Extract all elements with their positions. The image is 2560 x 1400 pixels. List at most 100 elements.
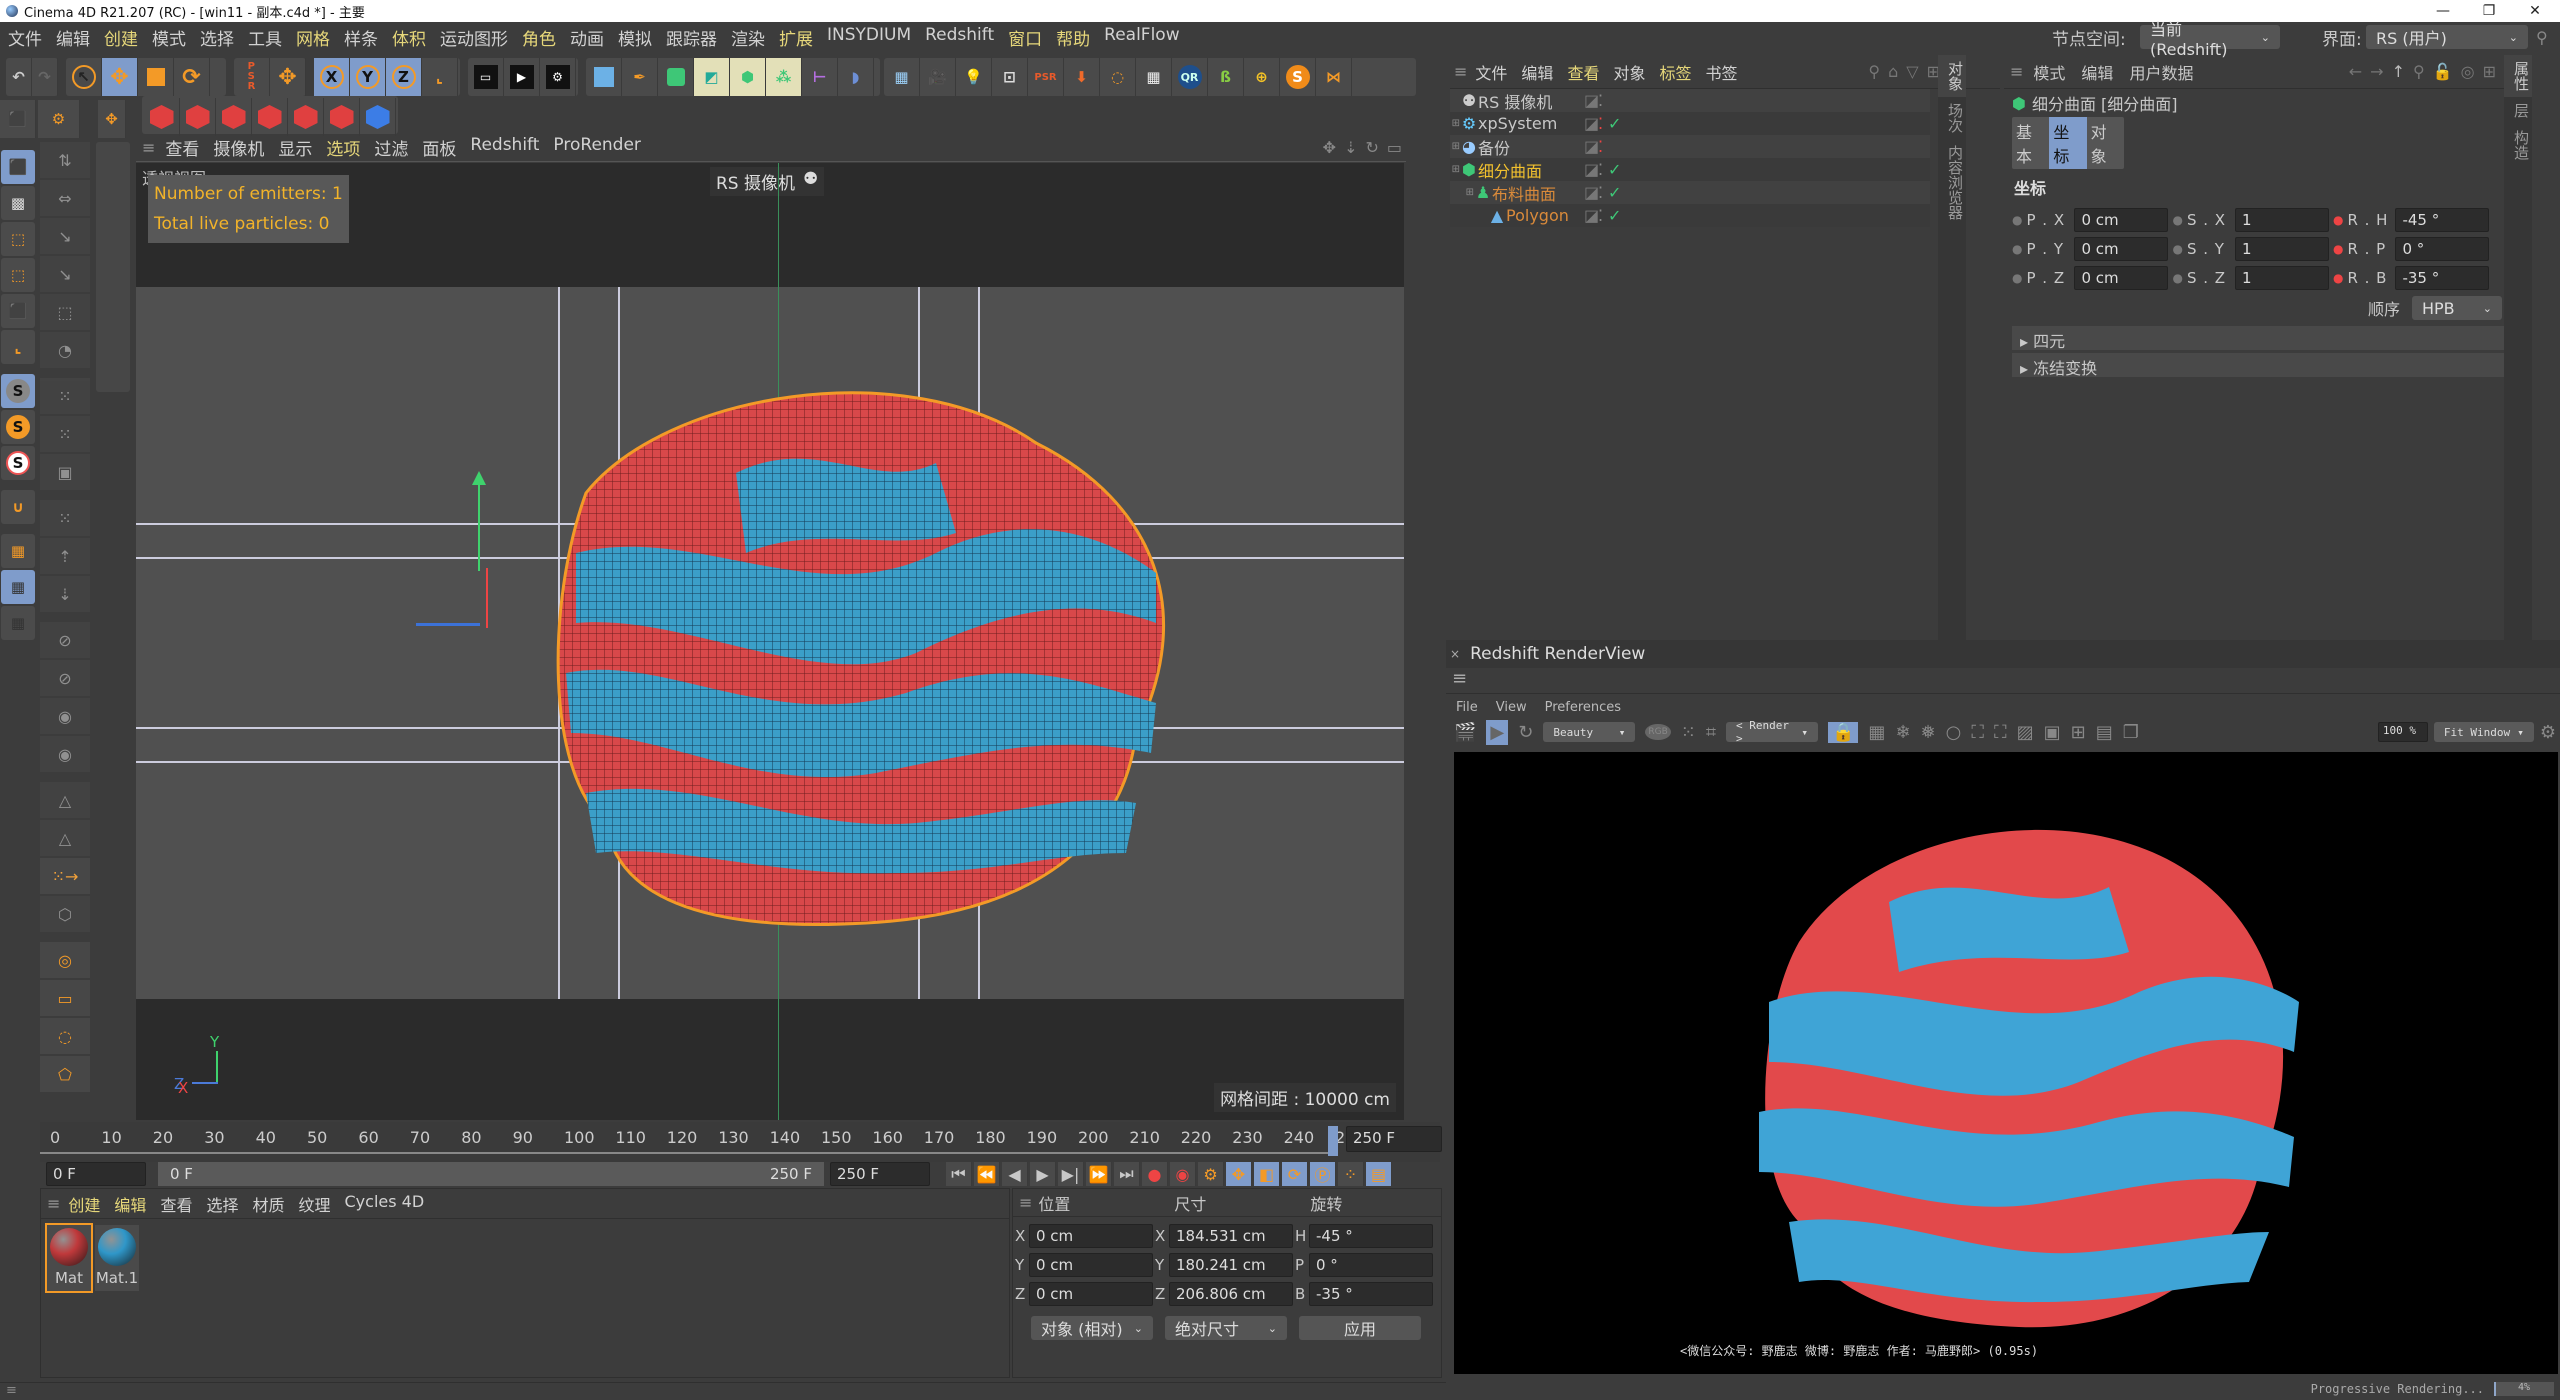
keyframe-dot-icon[interactable]: ● bbox=[2012, 271, 2022, 285]
expand-toggle[interactable]: ⊞ bbox=[1450, 141, 1460, 152]
menu-item-4[interactable]: 选择 bbox=[200, 25, 234, 50]
close-button[interactable]: ✕ bbox=[2512, 0, 2558, 22]
node-space-dropdown[interactable]: 当前 (Redshift) ⌄ bbox=[2140, 20, 2280, 59]
menu-item-16[interactable]: INSYDIUM bbox=[827, 25, 911, 50]
tab-takes[interactable]: 场次 bbox=[1938, 97, 1966, 139]
keyframe-dot-icon[interactable]: ● bbox=[2172, 271, 2182, 285]
image-icon[interactable]: ▣ bbox=[2044, 722, 2061, 743]
show-points-button[interactable]: ◉ bbox=[40, 698, 90, 734]
point-mode-button[interactable]: ⬚ bbox=[1, 222, 35, 256]
filter-icon[interactable]: ▽ bbox=[1906, 62, 1918, 81]
field-value[interactable]: -45 ° bbox=[2395, 207, 2490, 232]
menu-item-0[interactable]: 文件 bbox=[8, 25, 42, 50]
back-arrow-icon[interactable]: ← bbox=[2349, 62, 2362, 81]
layer-icon[interactable]: ◪ bbox=[1584, 160, 1599, 179]
texture-mode-button[interactable]: ▩ bbox=[1, 186, 35, 220]
move-tool-button[interactable]: ✥ bbox=[102, 58, 138, 96]
menu-item-9[interactable]: 运动图形 bbox=[440, 25, 508, 50]
lock-render-button[interactable]: 🔒 bbox=[1828, 721, 1859, 743]
image-tool-button[interactable]: ▣ bbox=[40, 454, 90, 490]
aov-dropdown[interactable]: Beauty ▾ bbox=[1543, 722, 1636, 742]
object-name[interactable]: Polygon bbox=[1506, 206, 1578, 225]
connect-points-button[interactable]: ⁙ bbox=[40, 500, 90, 536]
qr-button[interactable]: QR bbox=[1172, 58, 1208, 96]
viewport-menu-item-1[interactable]: 摄像机 bbox=[213, 135, 264, 160]
attr-menu-edit[interactable]: 编辑 bbox=[2081, 60, 2113, 84]
keyframe-dot-icon[interactable]: ● bbox=[2012, 242, 2022, 256]
apply-button[interactable]: 应用 bbox=[1299, 1316, 1421, 1340]
menu-item-13[interactable]: 跟踪器 bbox=[666, 25, 717, 50]
keyframe-selection-button[interactable]: ⚙ bbox=[1198, 1162, 1224, 1186]
menu-item-20[interactable]: RealFlow bbox=[1104, 25, 1179, 50]
rs-environment-button[interactable] bbox=[324, 98, 360, 136]
render-picture-viewer-button[interactable]: ▶ bbox=[504, 58, 540, 96]
crop-icon[interactable]: ⌗ bbox=[1706, 722, 1716, 743]
rs-camera-button[interactable] bbox=[216, 98, 252, 136]
render-mode-dropdown[interactable]: < Render > ▾ bbox=[1726, 719, 1818, 745]
menu-item-3[interactable]: 模式 bbox=[152, 25, 186, 50]
tab-layers[interactable]: 层 bbox=[2504, 97, 2532, 124]
status-menu-icon[interactable]: ≡ bbox=[6, 1383, 17, 1398]
fit-window-dropdown[interactable]: Fit Window ▾ bbox=[2433, 722, 2534, 742]
coordinate-system-button[interactable]: ⌞ bbox=[422, 58, 458, 96]
lock-icon[interactable]: 🔓 bbox=[2433, 62, 2453, 81]
maximize-button[interactable]: ❐ bbox=[2466, 0, 2512, 22]
menu-item-15[interactable]: 扩展 bbox=[779, 25, 813, 50]
material-menu-item-1[interactable]: 编辑 bbox=[114, 1192, 146, 1216]
show-image-button[interactable]: ◉ bbox=[40, 736, 90, 772]
forward-arrow-icon[interactable]: → bbox=[2370, 62, 2383, 81]
attribute-tab-2[interactable]: 对象 bbox=[2087, 117, 2124, 169]
pull-points-button[interactable]: ⇣ bbox=[40, 576, 90, 612]
live-select-tool[interactable]: ◎ bbox=[40, 942, 90, 978]
tab-attributes[interactable]: 属性 bbox=[2504, 55, 2532, 97]
object-name[interactable]: 布料曲面 bbox=[1492, 181, 1578, 205]
minimize-button[interactable]: — bbox=[2420, 0, 2466, 22]
object-row[interactable]: ▲ Polygon ◪ ⁚ ✓ bbox=[1450, 204, 1930, 227]
hex-grid-button[interactable]: ⬡ bbox=[40, 896, 90, 932]
coordinate-mode-dropdown[interactable]: 对象 (相对) ⌄ bbox=[1031, 1316, 1153, 1340]
keyframe-dot-icon[interactable]: ● bbox=[2172, 242, 2182, 256]
cube-tool-button[interactable]: ⬚ bbox=[40, 294, 90, 330]
object-name[interactable]: RS 摄像机 bbox=[1478, 89, 1578, 113]
previous-key-button[interactable]: ⏪ bbox=[974, 1162, 1000, 1186]
rs-proxy-button[interactable] bbox=[288, 98, 324, 136]
keyframe-dot-icon[interactable]: ● bbox=[2333, 271, 2343, 285]
dither-icon[interactable]: ⁙ bbox=[1681, 722, 1696, 743]
lasso-select-tool[interactable]: ◌ bbox=[40, 1018, 90, 1054]
size-mode-dropdown[interactable]: 绝对尺寸 ⌄ bbox=[1165, 1316, 1287, 1340]
frame-range-slider[interactable]: 0 F 250 F bbox=[158, 1162, 824, 1186]
layer-icon[interactable]: ◪ bbox=[1584, 137, 1599, 156]
align-tool-button[interactable]: ⇅ bbox=[40, 142, 90, 178]
size-field[interactable]: 180.241 cm bbox=[1169, 1252, 1293, 1277]
material-menu-item-0[interactable]: 创建 bbox=[68, 1192, 100, 1216]
attribute-tab-1[interactable]: 坐标 bbox=[2049, 117, 2087, 169]
size-field[interactable]: 184.531 cm bbox=[1169, 1223, 1293, 1248]
search-icon[interactable]: ⚲ bbox=[2536, 28, 2548, 47]
magnet-button[interactable]: ∪ bbox=[1, 490, 35, 524]
points-arrow-button[interactable]: ⁙→ bbox=[40, 858, 90, 894]
convert-back-button[interactable]: ↘ bbox=[40, 256, 90, 292]
attr-menu-userdata[interactable]: 用户数据 bbox=[2129, 60, 2193, 84]
z-axis-lock-button[interactable]: Z bbox=[386, 58, 422, 96]
end-frame-field[interactable]: 250 F bbox=[1346, 1126, 1442, 1152]
object-name[interactable]: 备份 bbox=[1478, 135, 1578, 159]
tab-structure[interactable]: 构造 bbox=[2504, 124, 2532, 166]
object-menu-item-3[interactable]: 对象 bbox=[1613, 60, 1645, 84]
polygon-select-tool[interactable]: ⬠ bbox=[40, 1056, 90, 1092]
plugin-b-button[interactable]: ß bbox=[1208, 58, 1244, 96]
triangulate-button[interactable]: △ bbox=[40, 782, 90, 818]
subdivision-button[interactable] bbox=[658, 58, 694, 96]
y-axis-lock-button[interactable]: Y bbox=[350, 58, 386, 96]
snap-mode-button[interactable]: S bbox=[1, 446, 35, 480]
points-tool-2-button[interactable]: ⁙ bbox=[40, 416, 90, 452]
object-row[interactable]: ⊞ ⬢ 细分曲面 ◪ ⁚ ✓ bbox=[1450, 158, 1930, 181]
copy-icon[interactable]: ❐ bbox=[2123, 722, 2139, 743]
rotate-tool-button[interactable]: ⟳ bbox=[174, 58, 210, 96]
distribute-tool-button[interactable]: ⇔ bbox=[40, 180, 90, 216]
visibility-dots[interactable]: ⁚ bbox=[1598, 183, 1608, 202]
rs-point-light-button[interactable] bbox=[180, 98, 216, 136]
key-position-button[interactable]: ✥ bbox=[1226, 1162, 1252, 1186]
viewport-menu-item-0[interactable]: 查看 bbox=[165, 135, 199, 160]
grid-button[interactable]: ▦ bbox=[1136, 58, 1172, 96]
layer-icon[interactable]: ◪ bbox=[1584, 206, 1599, 225]
